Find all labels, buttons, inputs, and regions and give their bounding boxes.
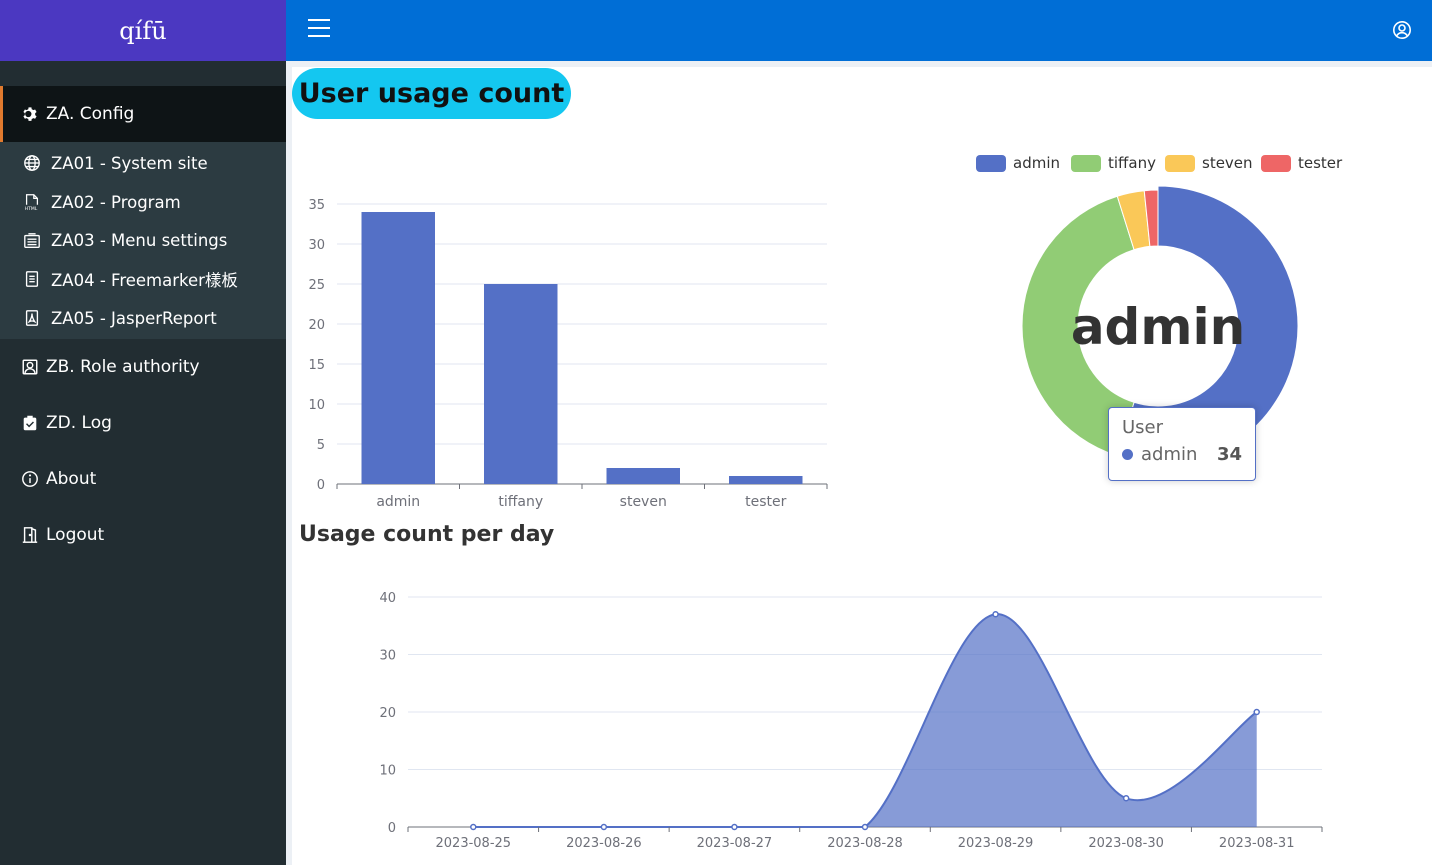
sidebar-item-label: ZA05 - JasperReport	[51, 308, 217, 328]
legend-item: tiffany	[1108, 154, 1156, 172]
x-tick-label: steven	[620, 494, 667, 510]
area-chart: 0 10 20 30 40 2023-08-25 2023-08-26 2023-08-27 2…	[379, 591, 1323, 851]
y-tick-label: 40	[379, 591, 396, 606]
document-icon	[22, 269, 42, 289]
y-tick-label: 20	[379, 706, 396, 721]
globe-icon	[22, 153, 42, 173]
svg-text:HTML: HTML	[25, 206, 38, 211]
legend-swatch	[1261, 155, 1291, 172]
bar	[606, 468, 680, 484]
tooltip-color-dot	[1122, 449, 1133, 460]
y-tick-label: 10	[379, 764, 396, 779]
bar-chart: 0 5 10 15 20 25 30 35 admin tiffany steven tester	[308, 198, 828, 510]
clipboard-check-icon	[20, 413, 40, 433]
legend-item: steven	[1202, 154, 1253, 172]
bar	[361, 212, 435, 484]
x-tick-label: 2023-08-30	[1088, 836, 1164, 851]
bar	[729, 476, 803, 484]
legend-item: admin	[1013, 154, 1060, 172]
x-tick-label: 2023-08-25	[436, 836, 512, 851]
sidebar-item-label: ZA01 - System site	[51, 153, 208, 173]
sidebar: qífū ZA. Config ZA01 - System site HTML …	[0, 0, 286, 865]
top-navbar	[286, 0, 1432, 61]
x-tick-label: admin	[376, 494, 420, 510]
y-tick-label: 35	[308, 198, 325, 213]
y-tick-label: 10	[308, 398, 325, 413]
sidebar-item-za04[interactable]: ZA04 - Freemarker樣板	[0, 260, 286, 299]
x-tick-label: 2023-08-27	[697, 836, 773, 851]
x-tick-label: tiffany	[498, 494, 543, 510]
y-tick-label: 15	[308, 358, 325, 373]
page-title: User usage count	[292, 68, 571, 119]
data-point	[731, 823, 738, 831]
sidebar-item-logout[interactable]: Logout	[0, 507, 286, 563]
y-tick-label: 25	[308, 278, 325, 293]
door-icon	[20, 525, 40, 545]
sidebar-item-zd-log[interactable]: ZD. Log	[0, 395, 286, 451]
data-point	[992, 611, 999, 618]
data-point	[600, 823, 608, 831]
html-file-icon: HTML	[22, 192, 42, 212]
sidebar-item-label: ZA02 - Program	[51, 192, 181, 212]
sidebar-item-label: ZA. Config	[46, 104, 135, 124]
y-tick-label: 0	[388, 821, 396, 836]
content-top-border	[286, 61, 1432, 67]
section-title-daily: Usage count per day	[299, 522, 555, 547]
user-circle-icon[interactable]	[1392, 20, 1412, 40]
sidebar-item-zb-role[interactable]: ZB. Role authority	[0, 339, 286, 395]
legend-swatch	[976, 155, 1006, 172]
sidebar-item-za-config[interactable]: ZA. Config	[0, 86, 286, 142]
y-tick-label: 5	[317, 438, 325, 453]
sidebar-item-label: ZB. Role authority	[46, 357, 200, 378]
sidebar-item-za03[interactable]: ZA03 - Menu settings	[0, 221, 286, 260]
data-point	[470, 823, 477, 831]
donut-center-label: admin	[1071, 298, 1245, 356]
brand-logo[interactable]: qífū	[0, 0, 286, 61]
gear-icon	[20, 104, 40, 124]
sidebar-menu: ZA. Config ZA01 - System site HTML ZA02 …	[0, 61, 286, 563]
x-tick-label: 2023-08-29	[958, 836, 1034, 851]
y-tick-label: 30	[308, 238, 325, 253]
bar	[484, 284, 558, 484]
legend-item: tester	[1298, 154, 1343, 172]
sidebar-item-za05[interactable]: ZA05 - JasperReport	[0, 299, 286, 338]
x-tick-label: tester	[745, 494, 786, 510]
x-tick-label: 2023-08-26	[566, 836, 642, 851]
y-tick-label: 0	[317, 478, 325, 493]
sidebar-item-label: ZA04 - Freemarker樣板	[51, 271, 238, 291]
area-fill	[473, 614, 1257, 827]
y-tick-label: 20	[308, 318, 325, 333]
user-portrait-icon	[20, 357, 40, 377]
tooltip-series-name: admin	[1141, 444, 1198, 465]
sidebar-item-about[interactable]: About	[0, 451, 286, 507]
x-tick-label: 2023-08-28	[827, 836, 903, 851]
y-tick-label: 30	[379, 649, 396, 664]
tooltip-value: 34	[1216, 444, 1242, 465]
sidebar-item-label: ZD. Log	[46, 413, 112, 434]
x-tick-label: 2023-08-31	[1219, 836, 1295, 851]
sidebar-item-label: Logout	[46, 525, 105, 546]
info-icon	[20, 469, 40, 489]
hamburger-icon[interactable]	[308, 19, 330, 39]
chart-tooltip: User admin 34	[1108, 407, 1256, 481]
pdf-file-icon	[22, 308, 42, 328]
menu-list-icon	[22, 231, 42, 251]
data-point	[861, 823, 869, 831]
data-point	[1253, 708, 1260, 716]
submenu-za: ZA01 - System site HTML ZA02 - Program Z…	[0, 142, 286, 340]
sidebar-item-za02[interactable]: HTML ZA02 - Program	[0, 183, 286, 222]
legend-swatch	[1071, 155, 1101, 172]
sidebar-item-label: About	[46, 469, 97, 490]
series-line	[473, 613, 1258, 828]
sidebar-item-za01[interactable]: ZA01 - System site	[0, 144, 286, 183]
legend-swatch	[1165, 155, 1195, 172]
sidebar-item-label: ZA03 - Menu settings	[51, 231, 228, 251]
tooltip-title: User	[1122, 417, 1164, 438]
data-point	[1122, 795, 1130, 802]
